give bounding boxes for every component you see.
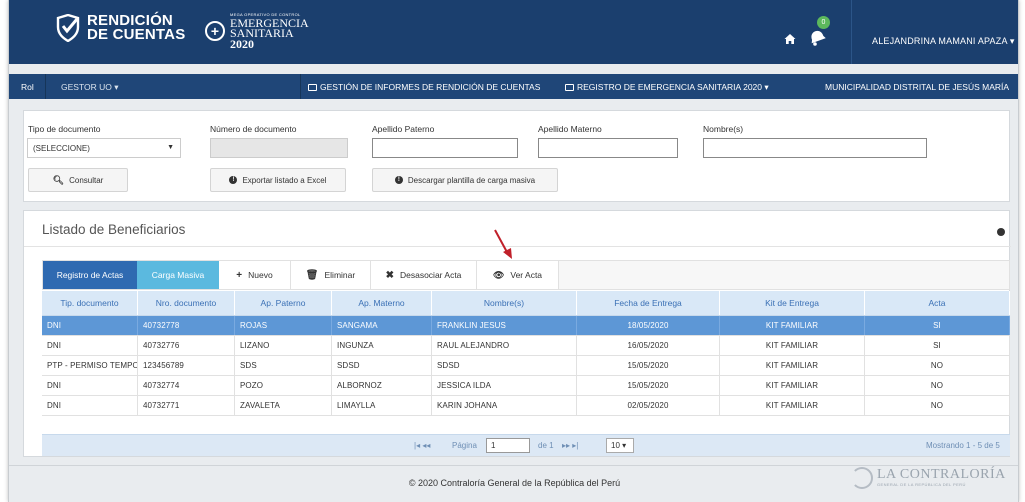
apellido-paterno-input[interactable] xyxy=(372,138,518,158)
column-header[interactable]: Ap. Paterno xyxy=(235,291,332,315)
nav-registro-emergencia[interactable]: REGISTRO DE EMERGENCIA SANITARIA 2020 ▾ xyxy=(565,82,769,93)
column-header[interactable]: Ap. Materno xyxy=(332,291,432,315)
user-menu[interactable]: ALEJANDRINA MAMANI APAZA ▾ xyxy=(872,36,1015,47)
tab-registro-actas[interactable]: Registro de Actas xyxy=(43,261,137,289)
ver-acta-button[interactable]: 👁︎ Ver Acta xyxy=(477,261,559,289)
trash-icon: 🗑︎ xyxy=(305,269,319,281)
next-last-page-icons[interactable]: ▸▸ ▸| xyxy=(562,441,578,450)
emergencia-logo: + MEGA OPERATIVO DE CONTROL EMERGENCIA S… xyxy=(205,12,309,50)
nav-divider xyxy=(300,74,301,99)
panel-divider xyxy=(24,246,1011,247)
nuevo-button[interactable]: + Nuevo xyxy=(219,261,291,289)
eliminar-button[interactable]: 🗑︎ Eliminar xyxy=(291,261,371,289)
action-toolbar: Registro de Actas Carga Masiva + Nuevo 🗑︎… xyxy=(42,260,1010,290)
table-row[interactable]: DNI 40732778 ROJAS SANGAMA FRANKLIN JESU… xyxy=(42,316,1010,336)
column-header[interactable]: Tip. documento xyxy=(42,291,138,315)
monitor-icon xyxy=(565,84,574,91)
column-header[interactable]: Fecha de Entrega xyxy=(577,291,720,315)
table-header: Tip. documento Nro. documento Ap. Patern… xyxy=(42,291,1010,316)
home-icon[interactable] xyxy=(784,33,796,45)
first-prev-page-icons[interactable]: |◂ ◂◂ xyxy=(414,441,430,450)
pagination-bar: |◂ ◂◂ Página 1 de 1 ▸▸ ▸| 10 ▾ Mostrando… xyxy=(42,434,1010,456)
nombre-input[interactable] xyxy=(703,138,927,158)
close-icon: ✖ xyxy=(385,269,394,281)
plus-circle-icon: + xyxy=(205,21,225,41)
column-header[interactable]: Nombre(s) xyxy=(432,291,577,315)
column-header[interactable]: Nro. documento xyxy=(138,291,235,315)
search-icon: 🔍︎ xyxy=(52,174,65,185)
nav-bar: Rol GESTOR UO ▾ GESTIÓN DE INFORMES DE R… xyxy=(9,74,1018,99)
tipo-documento-label: Tipo de documento xyxy=(28,124,101,134)
notification-badge: 0 xyxy=(817,16,830,29)
desasociar-acta-button[interactable]: ✖ Desasociar Acta xyxy=(371,261,477,289)
collapse-icon[interactable] xyxy=(997,228,1005,236)
nav-gestion-informes[interactable]: GESTIÓN DE INFORMES DE RENDICIÓN DE CUEN… xyxy=(308,82,540,92)
showing-count: Mostrando 1 - 5 de 5 xyxy=(926,441,1000,450)
header-divider xyxy=(851,0,852,64)
tipo-documento-select[interactable]: (SELECCIONE) ▼ xyxy=(27,138,181,158)
panel-title: Listado de Beneficiarios xyxy=(42,222,186,237)
contraloria-ring-icon xyxy=(851,467,873,489)
page-number-input[interactable]: 1 xyxy=(486,438,530,453)
page-size-select[interactable]: 10 ▾ xyxy=(606,438,634,453)
info-circle-icon: ! xyxy=(229,176,238,184)
info-circle-icon: ! xyxy=(394,176,403,184)
consultar-button[interactable]: 🔍︎ Consultar xyxy=(28,168,128,192)
top-header: RENDICIÓN DE CUENTAS + MEGA OPERATIVO DE… xyxy=(9,0,1018,64)
pagina-label: Página xyxy=(452,441,477,450)
table-row[interactable]: DNI 40732774 POZO ALBORNOZ JESSICA ILDA … xyxy=(42,376,1010,396)
exportar-excel-button[interactable]: ! Exportar listado a Excel xyxy=(210,168,346,192)
apellido-materno-input[interactable] xyxy=(538,138,678,158)
monitor-icon xyxy=(308,84,317,91)
beneficiarios-panel: Listado de Beneficiarios Registro de Act… xyxy=(23,210,1011,457)
gestor-dropdown[interactable]: GESTOR UO ▾ xyxy=(61,82,118,93)
footer-divider xyxy=(9,465,1018,466)
numero-documento-label: Número de documento xyxy=(210,124,297,134)
table-row[interactable]: PTP - PERMISO TEMPOR 123456789 SDS SDSD … xyxy=(42,356,1010,376)
table-row[interactable]: DNI 40732776 LIZANO INGUNZA RAUL ALEJAND… xyxy=(42,336,1010,356)
rendicion-logo[interactable]: RENDICIÓN DE CUENTAS xyxy=(55,13,186,43)
plus-icon: + xyxy=(236,269,243,281)
column-header[interactable]: Acta xyxy=(865,291,1010,315)
apellido-materno-label: Apellido Materno xyxy=(538,124,602,134)
eye-icon: 👁︎ xyxy=(492,269,505,280)
apellido-paterno-label: Apellido Paterno xyxy=(372,124,435,134)
numero-documento-input[interactable] xyxy=(210,138,348,158)
municipalidad-label: MUNICIPALIDAD DISTRITAL DE JESÚS MARÍA xyxy=(825,82,1010,92)
red-arrow-annotation xyxy=(494,229,512,259)
rol-label: Rol xyxy=(21,82,34,92)
column-header[interactable]: Kit de Entrega xyxy=(720,291,865,315)
page-count-label: de 1 xyxy=(538,441,554,450)
nav-divider xyxy=(45,74,46,99)
bell-icon[interactable] xyxy=(807,26,829,48)
beneficiarios-table: Tip. documento Nro. documento Ap. Patern… xyxy=(42,291,1010,416)
logo-line2: DE CUENTAS xyxy=(87,26,186,43)
tab-carga-masiva[interactable]: Carga Masiva xyxy=(137,261,219,289)
descargar-plantilla-button[interactable]: ! Descargar plantilla de carga masiva xyxy=(372,168,558,192)
app-frame: RENDICIÓN DE CUENTAS + MEGA OPERATIVO DE… xyxy=(8,0,1019,502)
contraloria-logo: LA CONTRALORÍA GENERAL DE LA REPÚBLICA D… xyxy=(851,467,1006,489)
shield-check-icon xyxy=(56,14,80,42)
table-row[interactable]: DNI 40732771 ZAVALETA LIMAYLLA KARIN JOH… xyxy=(42,396,1010,416)
caret-down-icon: ▼ xyxy=(167,144,174,151)
filter-panel: Tipo de documento (SELECCIONE) ▼ Número … xyxy=(23,110,1010,202)
nombre-label: Nombre(s) xyxy=(703,124,744,134)
